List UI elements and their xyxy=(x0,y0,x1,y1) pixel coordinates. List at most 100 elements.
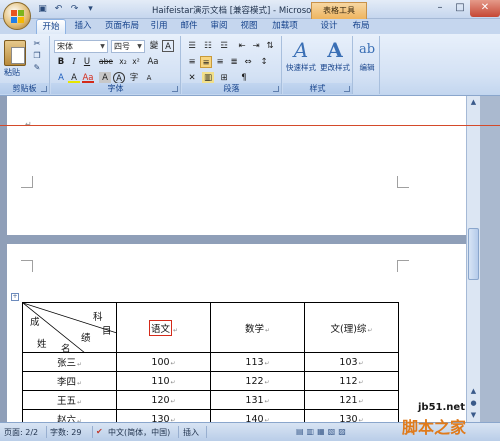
tab-references[interactable]: 引用 xyxy=(146,19,172,34)
subscript-button[interactable]: x₂ xyxy=(117,56,129,68)
score-table[interactable]: 科 目 成 绩 姓 名 语文 ↵ 数学↵ 文(理)综↵ 张三↵ 100↵ 113↵… xyxy=(22,302,399,422)
paragraph-launcher-icon[interactable] xyxy=(273,86,279,92)
table-cell[interactable]: 130↵ xyxy=(304,409,399,422)
editing-button[interactable]: ab 编辑 xyxy=(349,38,385,82)
table-cell[interactable]: 112↵ xyxy=(304,371,399,391)
table-cell[interactable]: 103↵ xyxy=(304,352,399,372)
tab-home[interactable]: 开始 xyxy=(36,19,66,34)
table-row: 王五↵ 120↵ 131↵ 121↵ xyxy=(22,390,399,410)
align-center-icon[interactable]: ≡ xyxy=(200,56,212,68)
tab-view[interactable]: 视图 xyxy=(236,19,262,34)
status-word-count[interactable]: 字数: 29 xyxy=(50,427,81,438)
strikethrough-button[interactable]: abe xyxy=(97,56,115,68)
tab-layout[interactable]: 布局 xyxy=(348,19,374,34)
table-cell-name[interactable]: 张三↵ xyxy=(22,352,117,372)
chevron-down-icon: ▼ xyxy=(100,43,105,50)
redo-icon[interactable]: ↷ xyxy=(68,3,81,15)
maximize-button[interactable]: □ xyxy=(450,0,470,17)
table-cell[interactable]: 110↵ xyxy=(116,371,211,391)
paste-icon[interactable] xyxy=(4,40,26,66)
column-header-math[interactable]: 数学↵ xyxy=(210,302,305,353)
quick-styles-icon: A xyxy=(293,38,309,62)
table-cell[interactable]: 140↵ xyxy=(210,409,305,422)
table-cell-name[interactable]: 赵六↵ xyxy=(22,409,117,422)
view-buttons[interactable]: ▤▥▦▧▨ xyxy=(296,427,349,436)
table-cell[interactable]: 122↵ xyxy=(210,371,305,391)
status-insert-mode[interactable]: 插入 xyxy=(183,427,199,438)
editing-group: ab 编辑 xyxy=(354,36,380,94)
page-2[interactable]: + 科 目 成 绩 姓 名 语文 ↵ 数学↵ 文(理)综↵ 张三↵ 100↵ 1… xyxy=(7,244,466,422)
font-launcher-icon[interactable] xyxy=(172,86,178,92)
office-button[interactable] xyxy=(3,2,31,30)
bullets-icon[interactable]: ☰ xyxy=(186,40,198,52)
font-group: 宋体 ▼ 四号 ▼ 變 A B I U abe x₂ x² Aa A A Aa A … xyxy=(51,36,181,94)
change-case-button[interactable]: Aa xyxy=(145,56,161,68)
scroll-up-icon[interactable]: ▲ xyxy=(468,386,479,397)
minimize-button[interactable]: – xyxy=(430,0,450,17)
line-spacing-icon[interactable]: ↕ xyxy=(258,56,270,68)
italic-button[interactable]: I xyxy=(68,56,80,68)
align-right-icon[interactable]: ≡ xyxy=(214,56,226,68)
tab-mailings[interactable]: 邮件 xyxy=(176,19,202,34)
table-cell[interactable]: 100↵ xyxy=(116,352,211,372)
window-controls: – □ ✕ xyxy=(430,0,500,17)
table-cell[interactable]: 130↵ xyxy=(116,409,211,422)
table-cell-name[interactable]: 王五↵ xyxy=(22,390,117,410)
browse-object-icon[interactable]: ● xyxy=(468,398,479,409)
copy-icon[interactable]: ❐ xyxy=(31,51,43,61)
tab-insert[interactable]: 插入 xyxy=(70,19,96,34)
scroll-down-icon[interactable]: ▼ xyxy=(468,410,479,421)
superscript-button[interactable]: x² xyxy=(130,56,142,68)
multilevel-list-icon[interactable]: ☲ xyxy=(218,40,230,52)
column-header-chinese[interactable]: 语文 ↵ xyxy=(116,302,211,353)
font-name-select[interactable]: 宋体 ▼ xyxy=(54,40,108,53)
qat-customize-icon[interactable]: ▾ xyxy=(84,3,97,15)
save-icon[interactable]: ▣ xyxy=(36,3,49,15)
page-corner-mark xyxy=(397,260,409,272)
paragraph-group-label: 段落 xyxy=(182,83,281,94)
scroll-up-icon[interactable]: ▲ xyxy=(468,97,479,108)
column-header-comprehensive[interactable]: 文(理)综↵ xyxy=(304,302,399,353)
scrollbar-thumb[interactable] xyxy=(468,228,479,280)
table-cell-name[interactable]: 李四↵ xyxy=(22,371,117,391)
table-cell[interactable]: 131↵ xyxy=(210,390,305,410)
undo-icon[interactable]: ↶ xyxy=(52,3,65,15)
tab-addins[interactable]: 加载项 xyxy=(268,19,302,34)
vertical-scrollbar[interactable]: ▲ ▲ ● ▼ xyxy=(466,96,480,422)
tab-review[interactable]: 审阅 xyxy=(206,19,232,34)
cut-icon[interactable]: ✂ xyxy=(31,39,43,49)
bold-button[interactable]: B xyxy=(55,56,67,68)
clipboard-launcher-icon[interactable] xyxy=(41,86,47,92)
table-move-handle-icon[interactable]: + xyxy=(11,293,19,301)
change-styles-button[interactable]: A 更改样式 xyxy=(317,38,353,82)
table-cell[interactable]: 120↵ xyxy=(116,390,211,410)
diag-label-ji: 绩 xyxy=(81,333,91,344)
paste-label[interactable]: 粘贴 xyxy=(4,67,20,78)
format-painter-icon[interactable]: ✎ xyxy=(31,63,43,73)
diagonal-header-cell[interactable]: 科 目 成 绩 姓 名 xyxy=(22,302,117,355)
table-cell[interactable]: 113↵ xyxy=(210,352,305,372)
char-border-button[interactable]: A xyxy=(162,40,174,52)
increase-indent-icon[interactable]: ⇥ xyxy=(250,40,262,52)
page-1[interactable]: ↵ xyxy=(7,96,466,235)
tab-page-layout[interactable]: 页面布局 xyxy=(100,19,144,34)
quick-styles-button[interactable]: A 快速样式 xyxy=(283,38,319,82)
clipboard-group: 粘贴 ✂ ❐ ✎ 剪贴板 xyxy=(0,36,50,94)
decrease-indent-icon[interactable]: ⇤ xyxy=(236,40,248,52)
align-left-icon[interactable]: ≡ xyxy=(186,56,198,68)
document-area[interactable]: ↵ + 科 目 成 绩 姓 名 xyxy=(0,96,466,422)
status-page[interactable]: 页面: 2/2 xyxy=(4,427,38,438)
status-language[interactable]: 中文(简体，中国) xyxy=(108,427,170,438)
styles-launcher-icon[interactable] xyxy=(344,86,350,92)
tab-design[interactable]: 设计 xyxy=(316,19,342,34)
justify-icon[interactable]: ≣ xyxy=(228,56,240,68)
numbering-icon[interactable]: ☷ xyxy=(202,40,214,52)
distribute-icon[interactable]: ⇔ xyxy=(242,56,254,68)
sort-icon[interactable]: ⇅ xyxy=(264,40,276,52)
proofing-icon[interactable]: ✔ xyxy=(96,427,103,436)
underline-button[interactable]: U xyxy=(81,56,93,68)
font-size-select[interactable]: 四号 ▼ xyxy=(111,40,145,53)
close-button[interactable]: ✕ xyxy=(470,0,500,17)
table-cell[interactable]: 121↵ xyxy=(304,390,399,410)
phonetic-guide-button[interactable]: 變 xyxy=(148,40,160,52)
